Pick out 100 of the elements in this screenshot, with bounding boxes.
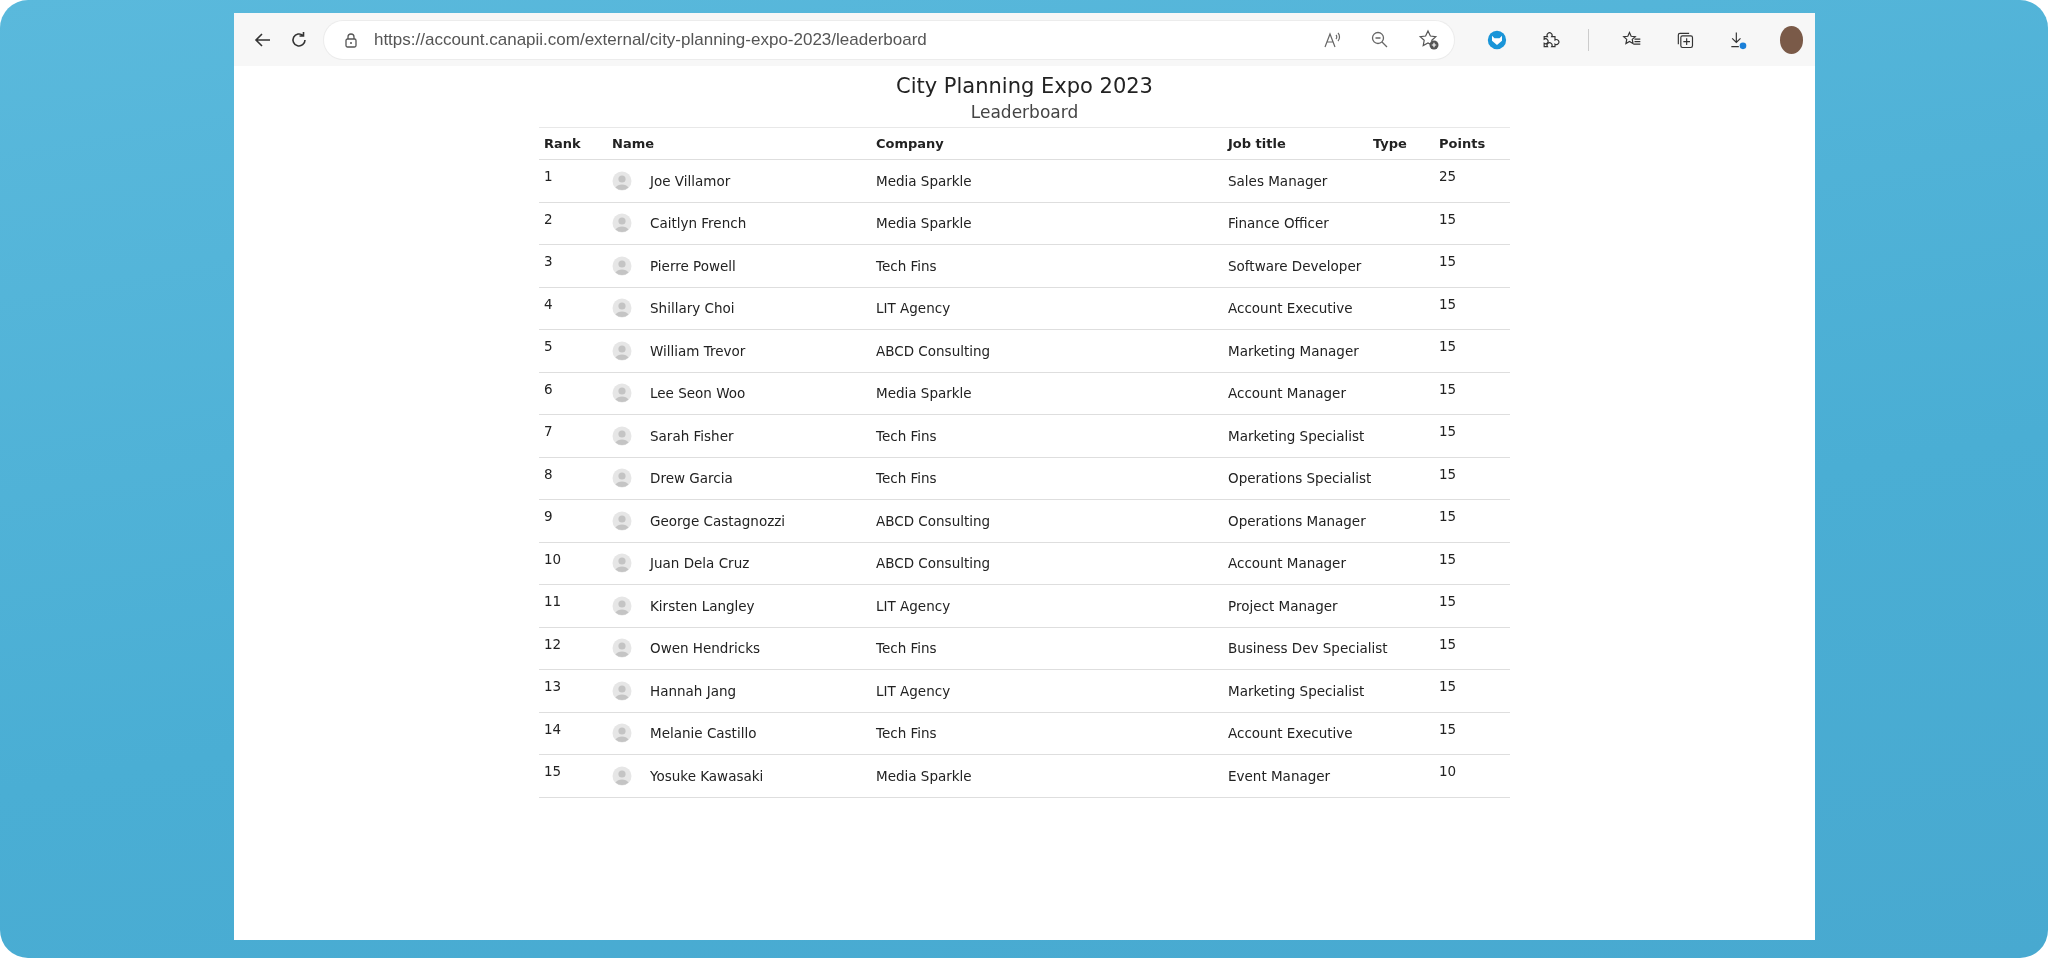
points-text: 25 bbox=[1439, 168, 1457, 184]
rank-text: 9 bbox=[544, 508, 553, 524]
column-header: Rank bbox=[544, 136, 581, 151]
job-title-text: Project Manager bbox=[1228, 597, 1338, 614]
job-title-text: Operations Manager bbox=[1228, 512, 1366, 529]
points-text: 15 bbox=[1439, 678, 1457, 694]
avatar-icon bbox=[612, 765, 632, 786]
company-text: ABCD Consulting bbox=[876, 512, 991, 529]
job-title-text: Software Developer bbox=[1228, 257, 1362, 274]
rank-text: 5 bbox=[544, 338, 553, 354]
company-text: LIT Agency bbox=[876, 300, 951, 317]
points-text: 15 bbox=[1439, 720, 1457, 737]
rank-text: 2 bbox=[544, 210, 553, 227]
company-text: ABCD Consulting bbox=[876, 555, 991, 572]
avatar-icon bbox=[612, 510, 632, 531]
attendee-name: Lee Seon Woo bbox=[650, 385, 746, 402]
avatar-icon bbox=[612, 213, 632, 234]
avatar-icon bbox=[612, 553, 632, 574]
address-bar[interactable]: https://account.canapii.com/external/city-planning-expo-2023/leaderboard bbox=[323, 20, 1454, 59]
avatar-icon bbox=[612, 425, 632, 446]
job-title-text: Account Manager bbox=[1228, 555, 1346, 572]
job-title-text: Marketing Manager bbox=[1228, 342, 1359, 359]
points-text: 15 bbox=[1439, 508, 1457, 524]
attendee-name: Pierre Powell bbox=[650, 257, 736, 274]
attendee-name: Drew Garcia bbox=[650, 470, 733, 487]
rank-text: 7 bbox=[544, 423, 553, 439]
company-text: Media Sparkle bbox=[876, 172, 972, 189]
points-text: 15 bbox=[1439, 295, 1457, 312]
attendee-name: Sarah Fisher bbox=[650, 427, 734, 444]
attendee-name: Joe Villamor bbox=[650, 172, 731, 189]
rank-text: 14 bbox=[544, 720, 562, 737]
points-text: 15 bbox=[1439, 210, 1457, 227]
avatar-icon bbox=[612, 383, 632, 404]
avatar-icon bbox=[612, 468, 632, 489]
attendee-name: Hannah Jang bbox=[650, 682, 737, 699]
company-text: Media Sparkle bbox=[876, 215, 972, 232]
profile-avatar[interactable] bbox=[1779, 25, 1803, 54]
rank-text: 11 bbox=[544, 593, 562, 609]
points-text: 15 bbox=[1439, 593, 1457, 609]
job-title-text: Marketing Specialist bbox=[1228, 427, 1365, 444]
rank-text: 15 bbox=[544, 763, 562, 779]
add-favorite-icon[interactable] bbox=[1417, 28, 1440, 51]
rank-text: 6 bbox=[544, 380, 553, 397]
points-text: 15 bbox=[1439, 380, 1457, 397]
column-header: Company bbox=[876, 136, 944, 151]
company-text: Tech Fins bbox=[876, 257, 937, 274]
job-title-text: Account Manager bbox=[1228, 385, 1346, 402]
url-text: https://account.canapii.com/external/city-planning-expo-2023/leaderboard bbox=[373, 29, 927, 50]
company-text: Tech Fins bbox=[876, 427, 937, 444]
attendee-name: Juan Dela Cruz bbox=[650, 555, 750, 572]
job-title-text: Account Executive bbox=[1228, 725, 1353, 742]
column-header: Points bbox=[1439, 136, 1486, 151]
company-text: Media Sparkle bbox=[876, 767, 972, 784]
points-text: 15 bbox=[1439, 635, 1457, 652]
company-text: LIT Agency bbox=[876, 597, 951, 614]
points-text: 10 bbox=[1439, 763, 1457, 779]
avatar-icon bbox=[612, 595, 632, 616]
points-text: 15 bbox=[1439, 253, 1457, 269]
attendee-name: Shillary Choi bbox=[650, 300, 735, 317]
attendee-name: Owen Hendricks bbox=[650, 640, 760, 657]
avatar-icon bbox=[612, 638, 632, 659]
page-subtitle: Leaderboard bbox=[970, 102, 1079, 122]
attendee-name: William Trevor bbox=[650, 342, 746, 359]
column-header: Job title bbox=[1228, 136, 1286, 151]
column-header: Name bbox=[612, 136, 654, 151]
points-text: 15 bbox=[1439, 465, 1457, 482]
zoom-out-icon[interactable] bbox=[1369, 29, 1390, 50]
rank-text: 8 bbox=[544, 465, 553, 482]
job-title-text: Account Executive bbox=[1228, 300, 1353, 317]
attendee-name: Caitlyn French bbox=[650, 215, 747, 232]
company-text: Tech Fins bbox=[876, 725, 937, 742]
rank-text: 3 bbox=[544, 253, 553, 269]
company-text: ABCD Consulting bbox=[876, 342, 991, 359]
avatar-icon bbox=[612, 340, 632, 361]
attendee-name: Yosuke Kawasaki bbox=[650, 767, 764, 784]
job-title-text: Operations Specialist bbox=[1228, 470, 1372, 487]
page-title: City Planning Expo 2023 bbox=[896, 74, 1153, 98]
job-title-text: Finance Officer bbox=[1228, 215, 1329, 232]
attendee-name: Kirsten Langley bbox=[650, 597, 755, 614]
avatar-icon bbox=[612, 298, 632, 319]
job-title-text: Event Manager bbox=[1228, 767, 1331, 784]
avatar-icon bbox=[612, 680, 632, 701]
company-text: Tech Fins bbox=[876, 640, 937, 657]
avatar-icon bbox=[612, 723, 632, 744]
attendee-name: George Castagnozzi bbox=[650, 512, 786, 529]
points-text: 15 bbox=[1439, 550, 1457, 567]
rank-text: 12 bbox=[544, 635, 562, 652]
company-text: Tech Fins bbox=[876, 470, 937, 487]
avatar-icon bbox=[612, 255, 632, 276]
job-title-text: Sales Manager bbox=[1228, 172, 1328, 189]
attendee-name: Melanie Castillo bbox=[650, 725, 757, 742]
avatar-icon bbox=[612, 170, 632, 191]
rank-text: 10 bbox=[544, 550, 562, 567]
job-title-text: Business Dev Specialist bbox=[1228, 640, 1388, 657]
rank-text: 13 bbox=[544, 678, 562, 694]
points-text: 15 bbox=[1439, 338, 1457, 354]
rank-text: 1 bbox=[544, 168, 553, 184]
points-text: 15 bbox=[1439, 423, 1457, 439]
column-header: Type bbox=[1373, 136, 1407, 151]
rank-text: 4 bbox=[544, 295, 553, 312]
